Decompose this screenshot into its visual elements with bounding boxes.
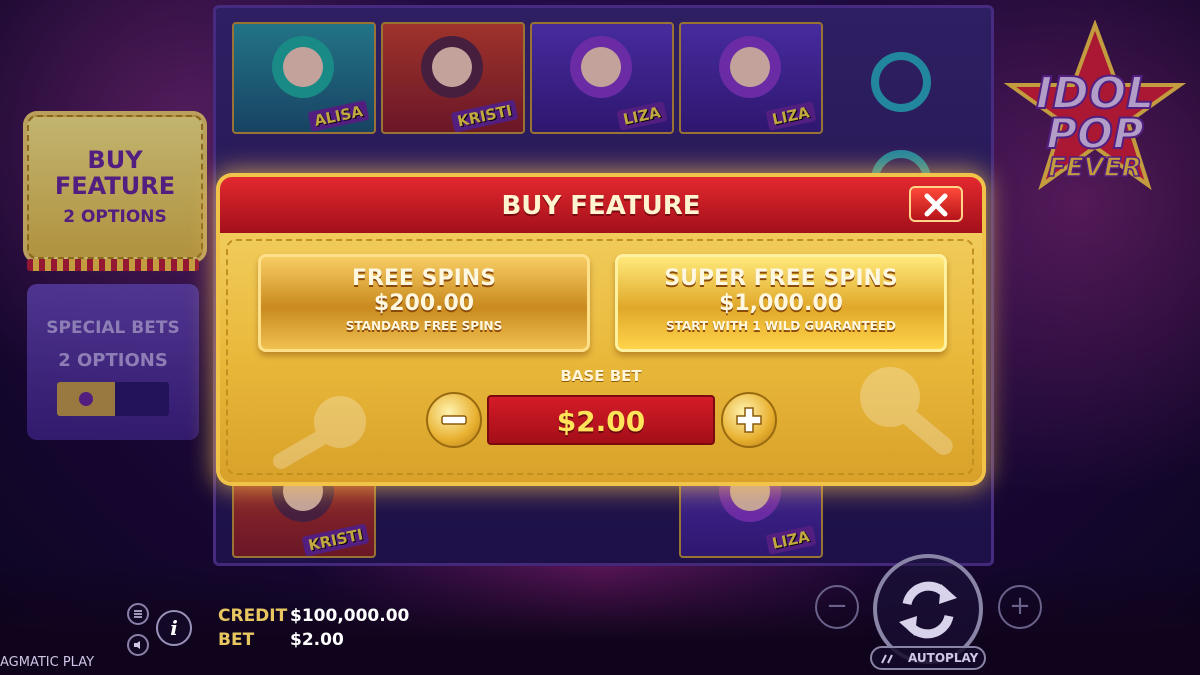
free-spins-option[interactable]: FREE SPINS $200.00 STANDARD FREE SPINS xyxy=(258,254,590,352)
plus-icon xyxy=(736,407,762,433)
option-description: START WITH 1 WILD GUARANTEED xyxy=(666,319,896,333)
base-bet-value: $2.00 xyxy=(556,405,646,438)
hamburger-icon xyxy=(134,610,142,618)
bet-label: BET xyxy=(218,630,255,650)
decrease-bet-button[interactable] xyxy=(426,392,482,448)
autoplay-icon xyxy=(881,654,893,664)
credit-value: $100,000.00 xyxy=(290,606,410,626)
microphone-icon xyxy=(272,396,366,469)
option-name: SUPER FREE SPINS xyxy=(664,266,898,291)
option-price: $1,000.00 xyxy=(719,291,843,316)
bet-minus-button[interactable]: − xyxy=(815,585,859,629)
base-bet-display: $2.00 xyxy=(487,395,715,445)
autoplay-label: AUTOPLAY xyxy=(908,651,979,665)
speaker-icon xyxy=(134,641,140,649)
provider-label: AGMATIC PLAY xyxy=(0,655,95,670)
increase-bet-button[interactable] xyxy=(721,392,777,448)
option-name: FREE SPINS xyxy=(351,266,497,291)
base-bet-label: BASE BET xyxy=(560,367,642,385)
close-icon xyxy=(924,193,948,217)
sound-button[interactable] xyxy=(127,634,149,656)
buy-feature-modal: BUY FEATURE FREE SPINS $200.00 STANDARD … xyxy=(220,177,982,482)
spin-arrows-icon xyxy=(899,581,957,639)
super-free-spins-option[interactable]: SUPER FREE SPINS $1,000.00 START WITH 1 … xyxy=(615,254,947,352)
menu-button[interactable] xyxy=(127,603,149,625)
info-button[interactable]: i xyxy=(156,610,192,646)
modal-title: BUY FEATURE xyxy=(501,191,701,221)
minus-icon xyxy=(441,415,467,425)
credit-label: CREDIT xyxy=(218,606,288,626)
close-button[interactable] xyxy=(909,186,963,222)
bet-plus-button[interactable]: + xyxy=(998,585,1042,629)
option-description: STANDARD FREE SPINS xyxy=(345,319,503,333)
bet-value: $2.00 xyxy=(290,630,344,650)
autoplay-button[interactable]: AUTOPLAY xyxy=(870,646,986,670)
option-price: $200.00 xyxy=(373,291,475,316)
